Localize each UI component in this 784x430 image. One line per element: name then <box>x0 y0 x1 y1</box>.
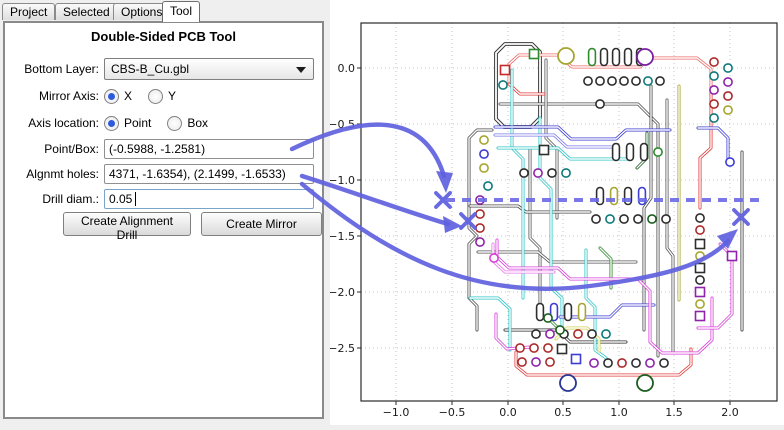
axis-location-label: Axis location: <box>11 116 104 130</box>
tab-selected-label: Selected <box>63 5 110 19</box>
axis-location-box-label: Box <box>187 116 208 130</box>
create-alignment-drill-button[interactable]: Create Alignment Drill <box>63 212 191 236</box>
axis-location-point-radio[interactable] <box>104 116 119 131</box>
alignment-holes-input[interactable] <box>104 164 314 184</box>
mirror-axis-y-label: Y <box>168 89 176 103</box>
svg-text:2.0: 2.0 <box>721 406 739 419</box>
axis-location-box-radio[interactable] <box>167 116 182 131</box>
drill-diameter-label: Drill diam.: <box>11 192 104 206</box>
bottom-layer-value: CBS-B_Cu.gbl <box>111 62 189 76</box>
point-box-input[interactable] <box>104 139 314 159</box>
point-box-label: Point/Box: <box>11 142 104 156</box>
svg-text:−0.5: −0.5 <box>439 406 466 419</box>
mirror-axis-x-radio[interactable] <box>104 89 119 104</box>
pcb-plot: −1.0 −0.5 0.0 0.5 1.0 1.5 2.0 0.0 −0.5 −… <box>330 0 784 425</box>
bottom-layer-dropdown[interactable]: CBS-B_Cu.gbl <box>104 58 314 80</box>
plot-canvas[interactable]: −1.0 −0.5 0.0 0.5 1.0 1.5 2.0 0.0 −0.5 −… <box>330 0 784 425</box>
tab-project[interactable]: Project <box>2 3 55 20</box>
tool-panel: Double-Sided PCB Tool Bottom Layer: CBS-… <box>3 21 324 419</box>
bottom-layer-label: Bottom Layer: <box>11 62 104 76</box>
svg-text:−1.0: −1.0 <box>330 174 355 187</box>
create-mirror-button[interactable]: Create Mirror <box>201 212 322 236</box>
mirror-axis-y-radio[interactable] <box>148 89 163 104</box>
svg-text:−1.5: −1.5 <box>330 230 355 243</box>
text-caret <box>135 192 136 206</box>
panel-title: Double-Sided PCB Tool <box>5 29 322 44</box>
tab-project-label: Project <box>10 5 47 19</box>
tab-selected[interactable]: Selected <box>55 3 118 20</box>
chevron-down-icon <box>296 67 306 73</box>
svg-text:0.0: 0.0 <box>499 406 517 419</box>
svg-text:−2.0: −2.0 <box>330 286 355 299</box>
alignment-holes-label: Algnmt holes: <box>11 167 104 181</box>
tab-bar: Project Selected Options Tool <box>0 0 330 22</box>
mirror-axis-label: Mirror Axis: <box>11 89 104 103</box>
svg-text:−0.5: −0.5 <box>330 118 355 131</box>
app-window: Project Selected Options Tool Double-Sid… <box>0 0 784 425</box>
svg-text:1.0: 1.0 <box>610 406 628 419</box>
svg-text:0.5: 0.5 <box>554 406 572 419</box>
tab-options-label: Options <box>121 5 162 19</box>
mirror-axis-x-label: X <box>124 89 132 103</box>
tab-tool[interactable]: Tool <box>162 1 200 22</box>
axis-location-point-label: Point <box>124 116 151 130</box>
svg-text:−2.5: −2.5 <box>330 342 355 355</box>
svg-text:1.5: 1.5 <box>665 406 683 419</box>
tab-tool-label: Tool <box>170 4 192 18</box>
svg-text:0.0: 0.0 <box>338 62 356 75</box>
svg-text:−1.0: −1.0 <box>383 406 410 419</box>
